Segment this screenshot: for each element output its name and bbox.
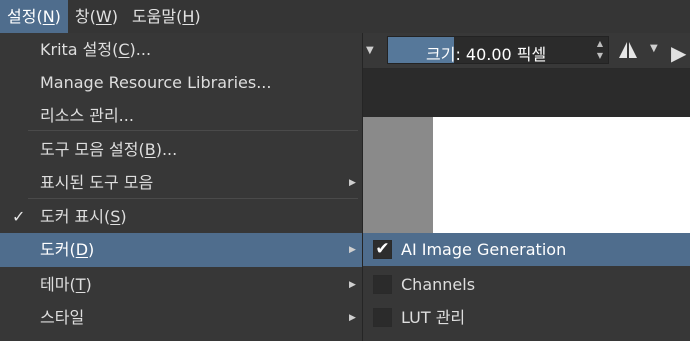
mirror-icon[interactable]: [617, 40, 639, 60]
menu-item-label: 도커 표시(S): [40, 200, 127, 234]
menu-settings-text: 설정(: [7, 7, 43, 26]
mirror-dropdown-icon[interactable]: ▼: [650, 43, 658, 54]
menu-help[interactable]: 도움말(H): [125, 0, 208, 33]
menu-item-style[interactable]: 스타일 ▶: [0, 301, 362, 335]
submenu-item-label: Channels: [401, 275, 476, 294]
tab-bar: [361, 69, 690, 117]
canvas-margin: [361, 117, 433, 233]
label-pre: 도커(: [40, 240, 76, 259]
menu-window-key: W: [95, 7, 112, 26]
menu-item-label: 테마(T): [40, 268, 92, 302]
menu-help-key: H: [182, 7, 195, 26]
chevron-right-icon: ▶: [349, 280, 356, 290]
submenu-item-ai-image-generation[interactable]: ✔ AI Image Generation: [363, 233, 690, 266]
menu-item-show-dockers[interactable]: ✓ 도커 표시(S): [0, 200, 362, 234]
label-key: D: [75, 240, 89, 259]
menu-item-manage-resource-libraries[interactable]: Manage Resource Libraries...: [0, 66, 362, 100]
menu-window-end: ): [111, 7, 118, 26]
label-post: )...: [155, 140, 178, 159]
size-spinbox-arrows[interactable]: ▲ ▼: [593, 38, 607, 62]
brush-size-slider[interactable]: 크기: 40.00 픽셀: [387, 36, 609, 64]
menu-item-resource-manager[interactable]: 리소스 관리...: [0, 99, 362, 133]
menu-item-configure-toolbars[interactable]: 도구 모음 설정(B)...: [0, 133, 362, 167]
menu-item-label: 스타일: [40, 308, 85, 327]
chevron-right-icon: ▶: [349, 313, 356, 323]
label-post: ): [88, 240, 95, 259]
label-post: ): [85, 275, 92, 294]
label-pre: 테마(: [40, 275, 76, 294]
menu-item-theme[interactable]: 테마(T) ▶: [0, 268, 362, 302]
menu-item-label: Manage Resource Libraries...: [40, 73, 272, 92]
menubar: 설정(N) 창(W) 도움말(H): [0, 0, 690, 33]
menu-item-dockers[interactable]: 도커(D) ▶: [0, 233, 362, 267]
submenu-item-channels[interactable]: Channels: [363, 268, 690, 301]
label-pre: 도커 표시(: [40, 207, 111, 226]
label-key: C: [118, 40, 130, 59]
menu-help-end: ): [194, 7, 201, 26]
checkbox-empty[interactable]: [373, 308, 392, 327]
spin-up-icon[interactable]: ▲: [593, 38, 607, 50]
chevron-down-icon[interactable]: ▼: [366, 45, 374, 56]
menu-help-text: 도움말(: [131, 7, 183, 26]
menu-settings-end: ): [54, 7, 61, 26]
menu-item-label: 도커(D): [40, 233, 94, 267]
menu-item-label: 도구 모음 설정(B)...: [40, 133, 177, 167]
brush-size-label: 크기: 40.00 픽셀: [426, 45, 547, 64]
menu-window-text: 창(: [74, 7, 96, 26]
label-pre: 도구 모음 설정(: [40, 140, 145, 159]
chevron-right-icon: ▶: [349, 245, 356, 255]
menu-settings-key: N: [42, 7, 55, 26]
submenu-item-label: AI Image Generation: [401, 240, 567, 259]
menu-window[interactable]: 창(W): [68, 0, 125, 33]
checkbox-empty[interactable]: [373, 275, 392, 294]
menu-item-shown-toolbars[interactable]: 표시된 도구 모음 ▶: [0, 166, 362, 200]
submenu-item-label: LUT 관리: [401, 308, 466, 327]
spin-down-icon[interactable]: ▼: [593, 50, 607, 62]
label-key: T: [75, 275, 86, 294]
menu-item-label: 리소스 관리...: [40, 106, 134, 125]
label-key: S: [110, 207, 121, 226]
label-key: B: [144, 140, 156, 159]
label-post: )...: [129, 40, 152, 59]
chevron-right-icon: ▶: [349, 178, 356, 188]
play-icon[interactable]: ▶: [671, 41, 686, 65]
submenu-item-lut-management[interactable]: LUT 관리: [363, 301, 690, 334]
check-icon: ✓: [12, 207, 26, 226]
menu-settings[interactable]: 설정(N): [0, 0, 68, 33]
label-post: ): [120, 207, 127, 226]
menu-separator: [28, 130, 358, 131]
label-pre: Krita 설정(: [40, 40, 119, 59]
dockers-submenu: ✔ AI Image Generation Channels LUT 관리: [363, 233, 690, 341]
menu-separator: [28, 198, 358, 199]
check-icon[interactable]: ✔: [373, 240, 392, 259]
menu-item-label: 표시된 도구 모음: [40, 173, 154, 192]
menu-item-krita-settings[interactable]: Krita 설정(C)...: [0, 33, 362, 67]
menu-item-label: Krita 설정(C)...: [40, 33, 151, 67]
canvas-document[interactable]: [433, 117, 690, 233]
settings-menu: Krita 설정(C)... Manage Resource Libraries…: [0, 33, 363, 341]
